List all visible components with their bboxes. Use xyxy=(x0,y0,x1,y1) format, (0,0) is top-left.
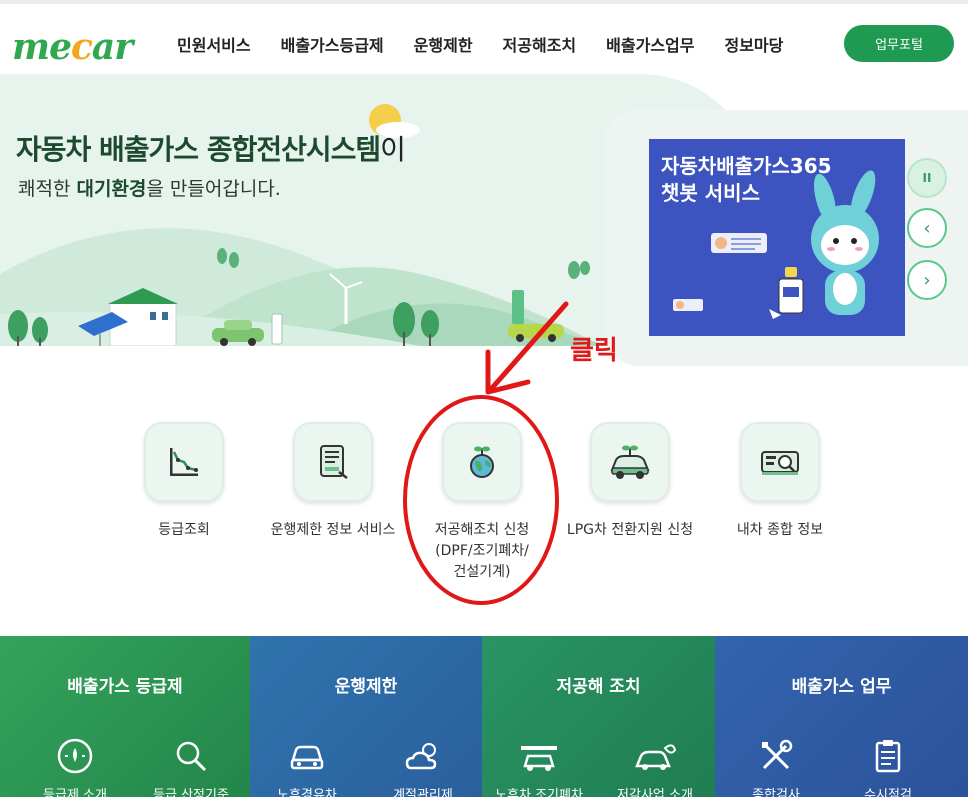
quick-menu-my-car-info[interactable]: 내차 종합 정보 xyxy=(700,422,860,541)
section-link-old-diesel[interactable]: 노후경유차 xyxy=(252,736,362,797)
section-title[interactable]: 운행제한 xyxy=(250,672,482,697)
logo-part-2: c xyxy=(71,26,93,68)
logo-part-1: me xyxy=(12,26,72,68)
quick-menu-icon-box xyxy=(293,422,373,502)
car-front-icon xyxy=(290,745,324,770)
work-portal-button[interactable]: 업무포털 xyxy=(844,25,954,62)
section-link-grade-criteria[interactable]: 등급 산정기준 xyxy=(136,736,246,797)
annotation-click-label: 클릭 xyxy=(570,336,618,366)
hero-title-tail: 이 xyxy=(380,133,406,166)
section-emission-grade: 배출가스 등급제 등급제 소개 등급 산정기준 xyxy=(0,636,250,797)
main-nav: 민원서비스 배출가스등급제 운행제한 저공해조치 배출가스업무 정보마당 xyxy=(162,32,798,56)
quick-menu-label: 내차 종합 정보 xyxy=(736,522,824,538)
slider-pause-button[interactable]: II xyxy=(907,158,947,198)
quick-menu-label: 등급조회 xyxy=(158,522,210,538)
section-link-seasonal[interactable]: 계절관리제 xyxy=(368,736,478,797)
quick-menu-lpg-conversion[interactable]: LPG차 전환지원 신청 xyxy=(550,422,710,541)
hero-subtitle-bold: 대기환경 xyxy=(76,178,147,200)
car-wash-icon xyxy=(521,746,557,771)
section-link-label: 등급 산정기준 xyxy=(153,788,229,797)
nav-item-civil-service[interactable]: 민원서비스 xyxy=(162,32,266,56)
hero-subtitle: 쾌적한 대기환경을 만들어갑니다. xyxy=(18,174,281,201)
site-header: mecar 민원서비스 배출가스등급제 운행제한 저공해조치 배출가스업무 정보… xyxy=(0,0,968,76)
section-title[interactable]: 배출가스 등급제 xyxy=(0,672,250,697)
wrench-screwdriver-icon xyxy=(762,739,793,770)
section-link-spot-check[interactable]: 수시점검 xyxy=(833,736,943,797)
hero-subtitle-post: 을 만들어갑니다. xyxy=(146,178,281,200)
quick-menu-icon-box xyxy=(740,422,820,502)
car-search-icon xyxy=(761,451,799,475)
section-link-label: 등급제 소개 xyxy=(43,788,107,797)
section-link-inspection[interactable]: 종합검사 xyxy=(721,736,831,797)
hero-title-main: 자동차 배출가스 종합전산시스템 xyxy=(16,133,381,166)
document-tablet-icon xyxy=(320,445,348,479)
chatbot-promo-banner[interactable]: 자동차배출가스365 챗봇 서비스 xyxy=(649,139,905,336)
section-driving-restriction: 운행제한 노후경유차 계절관리제 xyxy=(250,636,482,797)
quick-menu-grade-lookup[interactable]: 등급조회 xyxy=(104,422,264,541)
chevron-left-icon: ‹ xyxy=(923,217,931,239)
section-link-label: 수시점검 xyxy=(864,788,912,797)
magnifier-icon xyxy=(176,741,207,772)
sun-cloud-icon xyxy=(405,743,437,770)
section-low-emission: 저공해 조치 노후차 조기폐차 저감사업 소개 xyxy=(482,636,715,797)
logo-part-3: ar xyxy=(91,26,133,68)
section-link-label: 노후차 조기폐차 xyxy=(495,788,583,797)
annotation-ellipse xyxy=(403,395,559,605)
gauge-icon xyxy=(57,738,93,774)
nav-item-info[interactable]: 정보마당 xyxy=(709,32,798,56)
quick-menu-restriction-info[interactable]: 운행제한 정보 서비스 xyxy=(253,422,413,541)
nav-item-low-emission[interactable]: 저공해조치 xyxy=(488,32,592,56)
category-sections: 배출가스 등급제 등급제 소개 등급 산정기준 운행제한 노후경유차 계절관리제… xyxy=(0,636,968,797)
section-link-reduction-project[interactable]: 저감사업 소개 xyxy=(600,736,710,797)
section-link-label: 계절관리제 xyxy=(393,788,453,797)
nav-item-driving-restriction[interactable]: 운행제한 xyxy=(399,32,488,56)
section-link-label: 종합검사 xyxy=(752,788,800,797)
nav-item-emission-work[interactable]: 배출가스업무 xyxy=(591,32,709,56)
chevron-right-icon: › xyxy=(923,269,931,291)
section-link-label: 저감사업 소개 xyxy=(617,788,693,797)
quick-menu-label: LPG차 전환지원 신청 xyxy=(566,522,694,538)
clipboard-icon xyxy=(875,740,901,773)
hero-title: 자동차 배출가스 종합전산시스템이 xyxy=(16,128,406,168)
hero-subtitle-pre: 쾌적한 xyxy=(18,178,77,200)
car-leaf-icon xyxy=(635,744,677,770)
quick-menu-icon-box xyxy=(590,422,670,502)
slider-prev-button[interactable]: ‹ xyxy=(907,208,947,248)
section-title[interactable]: 배출가스 업무 xyxy=(715,672,968,697)
section-link-grade-intro[interactable]: 등급제 소개 xyxy=(20,736,130,797)
eco-car-icon xyxy=(610,445,650,479)
section-link-early-scrap[interactable]: 노후차 조기폐차 xyxy=(484,736,594,797)
nav-item-emission-grade[interactable]: 배출가스등급제 xyxy=(266,32,399,56)
chart-decline-icon xyxy=(170,448,198,476)
section-link-label: 노후경유차 xyxy=(277,788,337,797)
quick-menu-icon-box xyxy=(144,422,224,502)
chatbot-mascot-illustration xyxy=(673,170,879,319)
section-title[interactable]: 저공해 조치 xyxy=(482,672,715,697)
pause-icon: II xyxy=(922,171,932,185)
mecar-logo[interactable]: mecar xyxy=(12,26,133,68)
slider-next-button[interactable]: › xyxy=(907,260,947,300)
section-emission-work: 배출가스 업무 종합검사 수시점검 xyxy=(715,636,968,797)
quick-menu-label: 운행제한 정보 서비스 xyxy=(270,522,396,538)
